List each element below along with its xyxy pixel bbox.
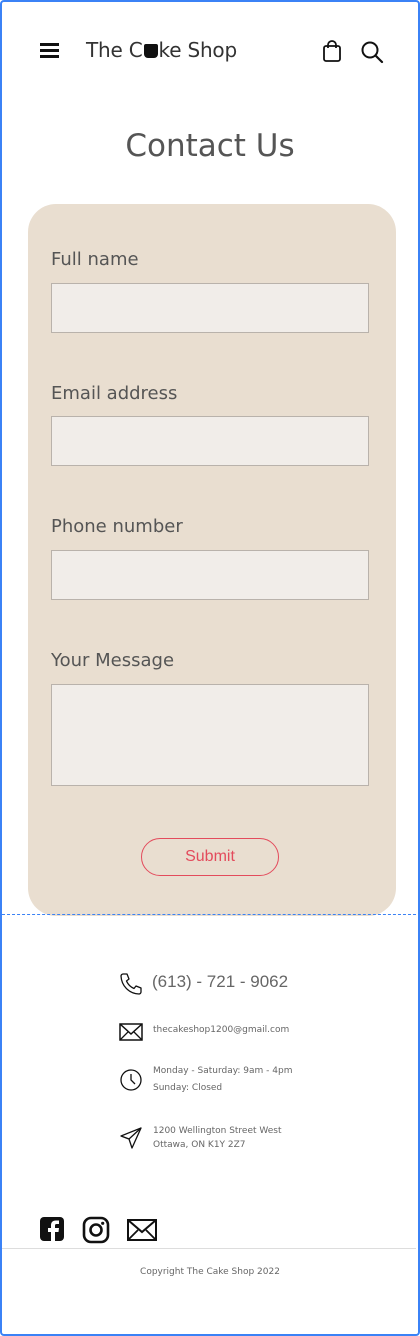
instagram-icon[interactable] [80, 1214, 112, 1246]
search-icon[interactable] [360, 40, 384, 64]
clock-icon [120, 1069, 142, 1091]
phone-icon [120, 973, 142, 995]
email-label: Email address [51, 383, 178, 404]
message-textarea[interactable] [51, 684, 369, 786]
logo-text-prefix: The C [86, 38, 143, 62]
shopping-bag-icon[interactable] [322, 40, 342, 62]
phone-label: Phone number [51, 516, 183, 537]
section-divider [2, 914, 416, 915]
hours-sunday: Sunday: Closed [153, 1083, 223, 1093]
mail-icon[interactable] [126, 1214, 158, 1246]
facebook-icon[interactable] [37, 1214, 69, 1246]
page-title: Contact Us [125, 128, 295, 164]
full-name-label: Full name [51, 249, 139, 270]
footer-divider [2, 1248, 416, 1249]
hours-weekdays: Monday - Saturday: 9am - 4pm [153, 1066, 293, 1076]
email-address[interactable]: thecakeshop1200@gmail.com [153, 1022, 289, 1039]
opening-hours: Monday - Saturday: 9am - 4pm Sunday: Clo… [153, 1063, 292, 1097]
address-line-2: Ottawa, ON K1Y 2Z7 [153, 1140, 246, 1150]
cake-logo-icon [143, 44, 158, 58]
email-field[interactable] [51, 416, 369, 466]
full-name-field[interactable] [51, 283, 369, 333]
address-line-1: 1200 Wellington Street West [153, 1126, 282, 1136]
logo-text-suffix: ke Shop [158, 38, 238, 62]
phone-number[interactable]: (613) - 721 - 9062 [152, 972, 288, 992]
site-header: The C ke Shop [0, 0, 420, 100]
hamburger-menu-icon[interactable] [40, 43, 59, 59]
phone-field[interactable] [51, 550, 369, 600]
email-icon [119, 1023, 143, 1041]
submit-button[interactable]: Submit [141, 838, 279, 876]
copyright-text: Copyright The Cake Shop 2022 [140, 1267, 280, 1277]
location-arrow-icon [120, 1127, 142, 1149]
street-address: 1200 Wellington Street West Ottawa, ON K… [153, 1124, 282, 1152]
message-label: Your Message [51, 650, 175, 671]
site-logo[interactable]: The C ke Shop [86, 38, 237, 62]
